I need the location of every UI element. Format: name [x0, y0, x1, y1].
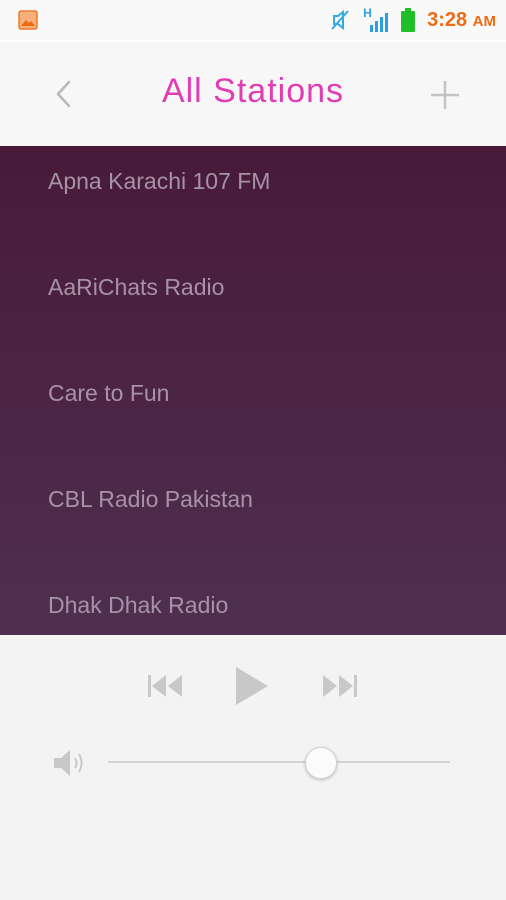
station-item[interactable]: Apna Karachi 107 FM	[0, 146, 506, 234]
battery-icon	[401, 8, 416, 32]
plus-icon[interactable]	[428, 78, 462, 112]
station-name: AaRiChats Radio	[48, 273, 225, 300]
previous-icon[interactable]	[147, 673, 185, 699]
station-item[interactable]: AaRiChats Radio	[0, 234, 506, 340]
clock-time: 3:28	[427, 8, 468, 31]
gallery-icon	[18, 10, 38, 30]
volume-slider-track[interactable]	[108, 761, 450, 763]
player-controls	[0, 635, 506, 900]
station-item[interactable]: Dhak Dhak Radio	[0, 552, 506, 635]
clock: 3:28 AM	[427, 9, 496, 32]
muted-icon	[331, 9, 349, 31]
station-name: Care to Fun	[48, 379, 170, 406]
station-item[interactable]: Care to Fun	[0, 340, 506, 446]
volume-slider-thumb[interactable]	[305, 747, 338, 779]
clock-ampm: AM	[472, 12, 496, 30]
station-item[interactable]: CBL Radio Pakistan	[0, 446, 506, 552]
signal-icon: H	[363, 6, 389, 32]
station-list[interactable]: Apna Karachi 107 FM AaRiChats Radio Care…	[0, 146, 506, 635]
next-icon[interactable]	[320, 673, 358, 699]
station-name: Dhak Dhak Radio	[48, 591, 229, 618]
station-name: CBL Radio Pakistan	[48, 485, 253, 512]
app-bar: All Stations	[0, 40, 506, 148]
status-icons: H 3:28 AM	[317, 6, 496, 32]
station-name: Apna Karachi 107 FM	[48, 167, 271, 194]
status-bar: H 3:28 AM	[0, 0, 506, 41]
speaker-icon[interactable]	[52, 747, 88, 779]
play-icon[interactable]	[234, 665, 270, 707]
